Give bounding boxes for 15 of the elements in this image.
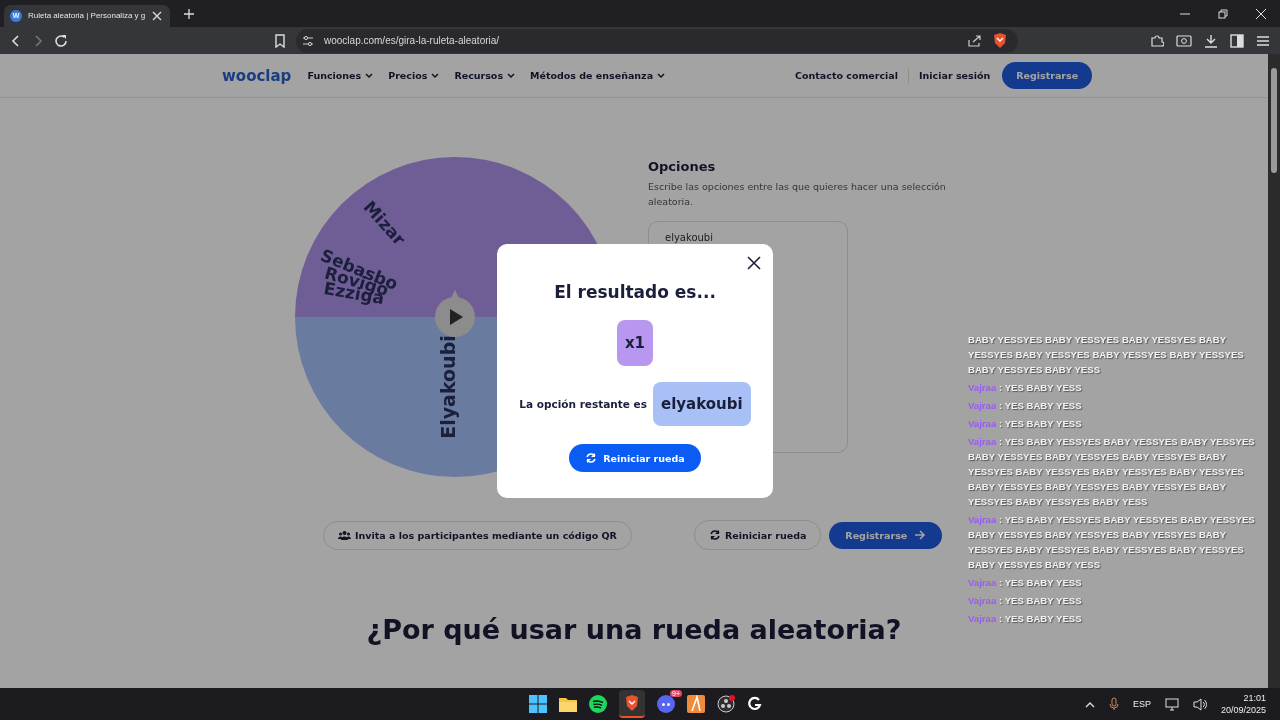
chat-message: Vajraa : YES BABY YESS bbox=[968, 399, 1083, 413]
chat-message: Vajraa : YES BABY YESSYES BABY YESSYES BABY YESSYES BABY YESSYES BABY YESSYES BABY YESSYES BABY YESSYES BABY YESSYES BABY YESSYES BABY YESSYES BABY YESSYES BABY YESS bbox=[968, 513, 1256, 572]
chat-message: BABY YESSYES BABY YESSYES BABY YESSYES BABY YESSYES BABY YESSYES BABY YESSYES BABY YESSYES BABY YESSYES BABY YESS bbox=[968, 333, 1245, 377]
section-heading: ¿Por qué usar una rueda aleatoria? bbox=[366, 614, 902, 645]
remaining-option-tag: elyakoubi bbox=[653, 382, 751, 426]
chat-message: Vajraa : YES BABY YESSYES BABY YESSYES BABY YESSYES BABY YESSYES BABY YESSYES BABY YESSYES BABY YESSYES BABY YESSYES BABY YESSYES BABY YESSYES BABY YESSYES BABY YESSYES BABY YESSYES BABY YESSYES BABY YESSYES BABY YESS bbox=[968, 435, 1256, 509]
chat-message: Vajraa : YES BABY YESS bbox=[968, 594, 1083, 608]
options-description: Escribe las opciones entre las que quieres hacer una selección aleatoria. bbox=[648, 180, 947, 209]
result-count-tag: x1 bbox=[616, 320, 654, 366]
chat-message: Vajraa : YES BABY YESS bbox=[968, 417, 1083, 431]
chat-message: Vajraa : YES BABY YESS bbox=[968, 381, 1083, 395]
options-heading: Opciones bbox=[648, 159, 717, 174]
chat-message: Vajraa : YES BABY YESS bbox=[968, 612, 1083, 626]
chat-message: Vajraa : YES BABY YESS bbox=[968, 576, 1083, 590]
tab-title: Ruleta aleatoria | Personaliza y g bbox=[28, 11, 146, 20]
